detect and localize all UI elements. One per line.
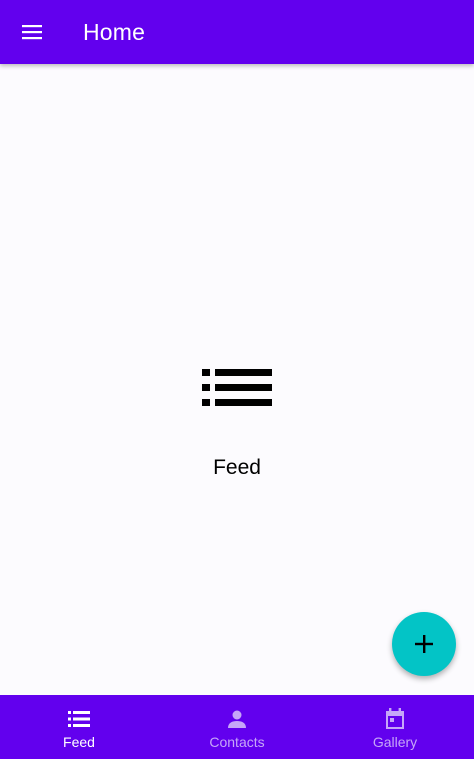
app-bar-title: Home xyxy=(83,19,146,45)
add-button[interactable] xyxy=(392,612,456,676)
top-app-bar: Home xyxy=(0,0,474,64)
feed-label: Feed xyxy=(213,456,261,479)
menu-button[interactable] xyxy=(12,12,52,52)
nav-label-gallery: Gallery xyxy=(372,734,418,750)
person-icon xyxy=(228,710,246,728)
nav-label-feed: Feed xyxy=(63,734,95,750)
nav-item-contacts[interactable]: Contacts xyxy=(158,695,316,759)
calendar-icon xyxy=(386,708,404,729)
list-icon xyxy=(202,369,272,406)
add-icon xyxy=(415,635,433,653)
nav-item-feed[interactable]: Feed xyxy=(0,695,158,759)
list-icon xyxy=(68,711,90,727)
nav-item-gallery[interactable]: Gallery xyxy=(316,695,474,759)
bottom-navigation: Feed Contacts Gallery xyxy=(0,695,474,759)
nav-label-contacts: Contacts xyxy=(209,734,265,750)
menu-icon xyxy=(22,25,42,40)
